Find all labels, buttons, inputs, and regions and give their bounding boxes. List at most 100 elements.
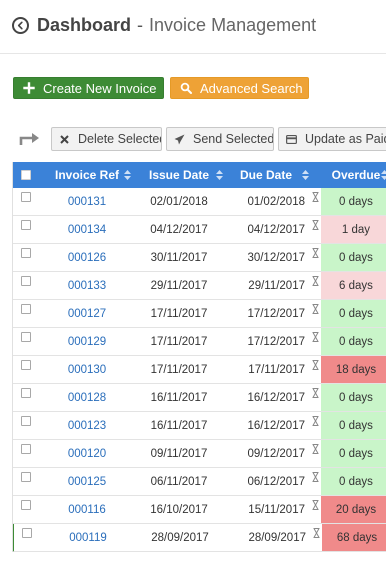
invoice-ref-link[interactable]: 000128 bbox=[39, 384, 135, 411]
overdue-badge: 6 days bbox=[321, 272, 386, 299]
hourglass-icon bbox=[309, 216, 321, 243]
row-checkbox[interactable] bbox=[21, 219, 31, 230]
credit-card-icon bbox=[286, 134, 297, 144]
table-row[interactable]: 000123 16/11/2017 16/12/2017 0 days bbox=[13, 412, 386, 440]
table-row[interactable]: 000127 17/11/2017 17/12/2017 0 days bbox=[13, 300, 386, 328]
due-date-cell: 17/12/2017 bbox=[247, 307, 305, 320]
overdue-badge: 0 days bbox=[321, 412, 386, 439]
row-checkbox[interactable] bbox=[21, 387, 31, 398]
table-row[interactable]: 000134 04/12/2017 04/12/2017 1 day bbox=[13, 216, 386, 244]
issue-date-cell: 28/09/2017 bbox=[151, 531, 209, 544]
row-checkbox[interactable] bbox=[21, 443, 31, 454]
row-checkbox[interactable] bbox=[22, 527, 32, 538]
invoice-ref-link[interactable]: 000116 bbox=[39, 496, 135, 523]
table-row[interactable]: 000116 16/10/2017 15/11/2017 20 days bbox=[13, 496, 386, 524]
issue-date-cell: 04/12/2017 bbox=[150, 223, 208, 236]
create-invoice-button[interactable]: Create New Invoice bbox=[13, 77, 164, 99]
invoice-ref-link[interactable]: 000134 bbox=[39, 216, 135, 243]
hourglass-icon bbox=[309, 496, 321, 523]
back-arrow-icon[interactable] bbox=[12, 16, 29, 34]
row-select-cell bbox=[13, 412, 39, 439]
row-checkbox[interactable] bbox=[21, 191, 31, 202]
issue-date-cell: 06/11/2017 bbox=[150, 475, 208, 488]
invoice-ref-link[interactable]: 000129 bbox=[39, 328, 135, 355]
due-date-cell: 16/12/2017 bbox=[247, 391, 305, 404]
invoice-ref-link[interactable]: 000120 bbox=[39, 440, 135, 467]
column-overdue-label: Overdue bbox=[331, 168, 381, 182]
row-checkbox[interactable] bbox=[21, 303, 31, 314]
advanced-search-button[interactable]: Advanced Search bbox=[170, 77, 309, 99]
create-invoice-label: Create New Invoice bbox=[43, 80, 157, 96]
overdue-badge: 0 days bbox=[321, 244, 386, 271]
row-select-cell bbox=[13, 300, 39, 327]
table-row[interactable]: 000120 09/11/2017 09/12/2017 0 days bbox=[13, 440, 386, 468]
sort-icon bbox=[124, 170, 131, 180]
row-checkbox[interactable] bbox=[21, 275, 31, 286]
hourglass-icon bbox=[309, 384, 321, 411]
overdue-badge: 0 days bbox=[321, 440, 386, 467]
invoice-ref-link[interactable]: 000126 bbox=[39, 244, 135, 271]
table-row[interactable]: 000128 16/11/2017 16/12/2017 0 days bbox=[13, 384, 386, 412]
column-invoice-ref[interactable]: Invoice Ref bbox=[39, 162, 135, 188]
header-divider bbox=[0, 53, 386, 54]
issue-date-cell: 09/11/2017 bbox=[150, 447, 208, 460]
row-checkbox[interactable] bbox=[21, 415, 31, 426]
plus-icon bbox=[23, 82, 35, 94]
issue-date-cell: 02/01/2018 bbox=[150, 195, 208, 208]
table-row[interactable]: 000126 30/11/2017 30/12/2017 0 days bbox=[13, 244, 386, 272]
update-as-paid-button[interactable]: Update as Paid bbox=[278, 127, 386, 151]
due-date-cell: 16/12/2017 bbox=[247, 419, 305, 432]
table-row[interactable]: 000130 17/11/2017 17/11/2017 18 days bbox=[13, 356, 386, 384]
column-invoice-ref-label: Invoice Ref bbox=[54, 168, 120, 182]
select-all-checkbox[interactable] bbox=[21, 170, 31, 180]
invoice-ref-link[interactable]: 000123 bbox=[39, 412, 135, 439]
column-due-date-label: Due Date bbox=[239, 168, 292, 182]
paper-plane-icon bbox=[174, 134, 185, 144]
hourglass-icon bbox=[309, 440, 321, 467]
page-header: Dashboard - Invoice Management bbox=[12, 12, 316, 38]
overdue-badge: 0 days bbox=[321, 328, 386, 355]
column-overdue[interactable]: Overdue bbox=[321, 162, 386, 188]
overdue-badge: 0 days bbox=[321, 300, 386, 327]
overdue-badge: 68 days bbox=[322, 524, 386, 551]
hourglass-icon bbox=[309, 412, 321, 439]
search-icon bbox=[180, 82, 192, 94]
invoice-ref-link[interactable]: 000133 bbox=[39, 272, 135, 299]
table-header: Invoice Ref Issue Date Due Date Overdue bbox=[13, 162, 386, 188]
row-checkbox[interactable] bbox=[21, 359, 31, 370]
invoice-table: Invoice Ref Issue Date Due Date Overdue … bbox=[12, 162, 386, 552]
row-checkbox[interactable] bbox=[21, 247, 31, 258]
issue-date-cell: 30/11/2017 bbox=[150, 251, 208, 264]
table-row[interactable]: 000129 17/11/2017 17/12/2017 0 days bbox=[13, 328, 386, 356]
hourglass-icon bbox=[309, 188, 321, 215]
table-row[interactable]: 000133 29/11/2017 29/11/2017 6 days bbox=[13, 272, 386, 300]
invoice-ref-link[interactable]: 000119 bbox=[40, 524, 136, 551]
row-checkbox[interactable] bbox=[21, 471, 31, 482]
row-select-cell bbox=[13, 440, 39, 467]
column-reminder bbox=[309, 162, 321, 188]
send-selected-button[interactable]: Send Selected bbox=[166, 127, 274, 151]
hourglass-icon bbox=[309, 272, 321, 299]
column-due-date[interactable]: Due Date bbox=[223, 162, 309, 188]
issue-date-cell: 17/11/2017 bbox=[150, 363, 208, 376]
invoice-ref-link[interactable]: 000131 bbox=[39, 188, 135, 215]
invoice-ref-link[interactable]: 000127 bbox=[39, 300, 135, 327]
sort-icon bbox=[302, 170, 309, 180]
hourglass-icon bbox=[309, 356, 321, 383]
hourglass-icon bbox=[309, 244, 321, 271]
overdue-badge: 18 days bbox=[321, 356, 386, 383]
table-row[interactable]: 000131 02/01/2018 01/02/2018 0 days bbox=[13, 188, 386, 216]
row-checkbox[interactable] bbox=[21, 499, 31, 510]
invoice-ref-link[interactable]: 000130 bbox=[39, 356, 135, 383]
issue-date-cell: 16/10/2017 bbox=[150, 503, 208, 516]
invoice-ref-link[interactable]: 000125 bbox=[39, 468, 135, 495]
delete-selected-button[interactable]: Delete Selected bbox=[51, 127, 162, 151]
row-checkbox[interactable] bbox=[21, 331, 31, 342]
table-row[interactable]: 000119 28/09/2017 28/09/2017 68 days bbox=[13, 524, 386, 552]
column-issue-date[interactable]: Issue Date bbox=[135, 162, 223, 188]
column-issue-date-label: Issue Date bbox=[148, 168, 210, 182]
row-select-cell bbox=[13, 244, 39, 271]
issue-date-cell: 16/11/2017 bbox=[150, 419, 208, 432]
due-date-cell: 17/12/2017 bbox=[247, 335, 305, 348]
table-row[interactable]: 000125 06/11/2017 06/12/2017 0 days bbox=[13, 468, 386, 496]
